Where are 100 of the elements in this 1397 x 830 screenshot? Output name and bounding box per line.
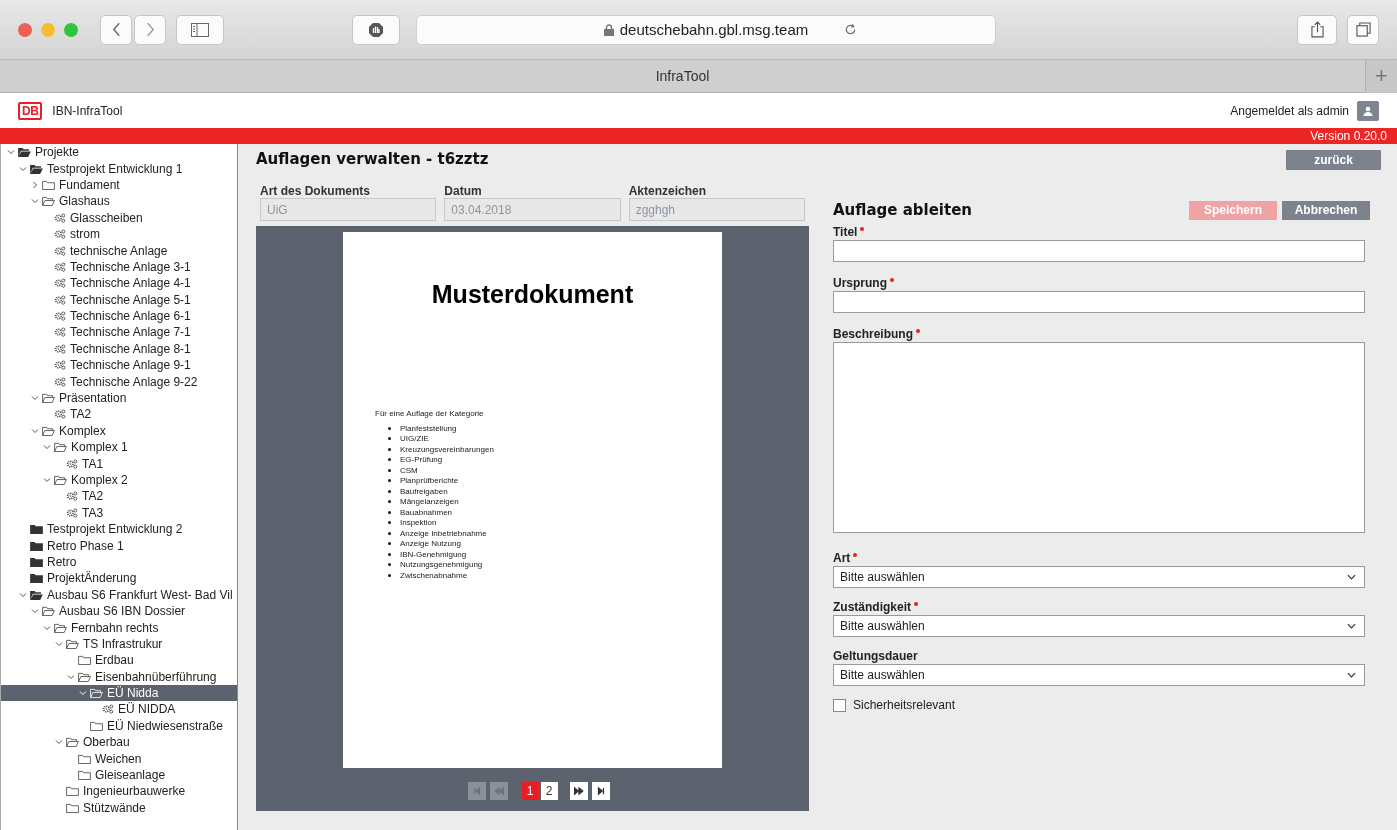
address-bar[interactable]: deutschebahn.gbl.msg.team bbox=[416, 14, 996, 45]
tree-item[interactable]: Ausbau S6 IBN Dossier bbox=[1, 602, 237, 620]
tree-item[interactable]: Oberbau bbox=[1, 734, 237, 751]
tree-item[interactable]: TA1 bbox=[1, 455, 237, 472]
select-field[interactable]: Bitte auswählen bbox=[833, 566, 1365, 588]
tree-item[interactable]: Gleiseanlage bbox=[1, 766, 237, 784]
tree-item[interactable]: Technische Anlage 7-1 bbox=[1, 324, 237, 341]
user-button[interactable] bbox=[1357, 100, 1379, 121]
tree-item[interactable]: Technische Anlage 5-1 bbox=[1, 291, 237, 308]
app-name: IBN-InfraTool bbox=[52, 103, 123, 118]
bullet-icon bbox=[388, 479, 391, 483]
tree-item[interactable]: Technische Anlage 4-1 bbox=[1, 275, 237, 292]
next-page-button[interactable] bbox=[569, 782, 588, 800]
user-status: Angemeldet als admin bbox=[1230, 103, 1349, 118]
minimize-icon[interactable] bbox=[41, 22, 55, 37]
tree-item[interactable]: Ingenieurbauwerke bbox=[1, 783, 237, 800]
tree-item[interactable]: Technische Anlage 3-1 bbox=[1, 258, 237, 276]
sidebar-button[interactable] bbox=[176, 14, 224, 45]
tree-item[interactable]: Erdbau bbox=[1, 652, 237, 669]
folder-icon bbox=[54, 475, 67, 485]
content-blocker-button[interactable] bbox=[352, 14, 400, 45]
tree-item[interactable]: strom bbox=[1, 225, 237, 243]
rewind-icon bbox=[493, 786, 504, 796]
readonly-field: 03.04.2018 bbox=[444, 198, 621, 221]
chevron-right-icon[interactable] bbox=[31, 180, 39, 189]
checkbox-label: Sicherheitsrelevant bbox=[853, 698, 956, 712]
tree-item[interactable]: Glashaus bbox=[1, 193, 237, 210]
bullet-icon bbox=[388, 573, 391, 577]
select-field[interactable]: Bitte auswählen bbox=[833, 615, 1365, 637]
chevron-down-icon bbox=[1347, 623, 1356, 629]
select-field[interactable]: Bitte auswählen bbox=[833, 664, 1365, 686]
tree-item[interactable]: Stützwände bbox=[1, 799, 237, 816]
folder-icon bbox=[90, 720, 103, 731]
folder-icon bbox=[30, 573, 43, 584]
gears-icon bbox=[54, 311, 66, 322]
tree-item[interactable]: EÜ Niedwiesenstraße bbox=[1, 717, 237, 735]
gears-icon bbox=[66, 491, 78, 502]
chevron-down-icon[interactable] bbox=[31, 197, 39, 206]
tree-item[interactable]: Komplex bbox=[1, 422, 237, 440]
tree-item[interactable]: Technische Anlage 8-1 bbox=[1, 340, 237, 358]
gears-icon bbox=[54, 327, 66, 338]
list-item: Planprüfberichte bbox=[400, 476, 459, 486]
tabs-icon bbox=[1355, 22, 1371, 37]
user-icon bbox=[1363, 105, 1373, 116]
tree-item[interactable]: Glasscheiben bbox=[1, 209, 237, 226]
chevron-down-icon[interactable] bbox=[55, 738, 63, 747]
folder-icon bbox=[78, 671, 91, 682]
hand-icon bbox=[368, 21, 384, 38]
folder-icon bbox=[18, 147, 31, 158]
text-field[interactable] bbox=[833, 240, 1365, 262]
text-field[interactable] bbox=[833, 291, 1365, 313]
url-text: deutschebahn.gbl.msg.team bbox=[619, 21, 809, 38]
tree-item[interactable]: Komplex 1 bbox=[1, 439, 237, 456]
forward-button[interactable] bbox=[134, 14, 166, 45]
chevron-down-icon[interactable] bbox=[43, 476, 51, 484]
tree-item[interactable]: Retro Phase 1 bbox=[1, 537, 237, 554]
tree-item[interactable]: TS Infrastrukur bbox=[1, 635, 237, 653]
reload-icon[interactable] bbox=[844, 23, 857, 36]
field-label: Ursprung bbox=[833, 276, 887, 290]
tabs-button[interactable] bbox=[1347, 14, 1379, 45]
tree-item[interactable]: Technische Anlage 6-1 bbox=[1, 307, 237, 325]
tree-item[interactable]: Retro bbox=[1, 553, 237, 571]
tree-item[interactable]: Fernbahn rechts bbox=[1, 619, 237, 636]
tree-item[interactable]: TA2 bbox=[1, 488, 237, 505]
tree-item[interactable]: Eisenbahnüberführung bbox=[1, 668, 237, 685]
page-number-button[interactable]: 1 bbox=[521, 782, 539, 800]
tree-item[interactable]: Projekte bbox=[1, 144, 237, 161]
browser-tab[interactable]: InfraTool bbox=[0, 68, 1365, 84]
tree-item[interactable]: EÜ NIDDA bbox=[1, 701, 237, 718]
page-number-button[interactable]: 2 bbox=[540, 782, 558, 800]
back-button[interactable]: zurück bbox=[1286, 150, 1381, 170]
tree-item[interactable]: TA2 bbox=[1, 406, 237, 423]
tree-item[interactable]: Komplex 2 bbox=[1, 471, 237, 489]
list-item: Baufreigaben bbox=[400, 486, 448, 496]
tree-item[interactable]: Technische Anlage 9-1 bbox=[1, 357, 237, 374]
back-button[interactable] bbox=[100, 14, 132, 45]
maximize-icon[interactable] bbox=[64, 22, 78, 37]
list-item: CSM bbox=[400, 465, 418, 475]
tree-item[interactable]: Testprojekt Entwicklung 2 bbox=[1, 521, 237, 538]
cancel-button[interactable]: Abbrechen bbox=[1282, 200, 1370, 220]
last-page-button[interactable] bbox=[591, 782, 610, 800]
tree-item[interactable]: technische Anlage bbox=[1, 242, 237, 259]
list-item: Inspektion bbox=[400, 518, 437, 528]
tree-item[interactable]: Testprojekt Entwicklung 1 bbox=[1, 160, 237, 177]
tree-item[interactable]: EÜ Nidda bbox=[1, 684, 237, 702]
close-icon[interactable] bbox=[18, 22, 32, 37]
gears-icon bbox=[54, 261, 66, 272]
gears-icon bbox=[102, 704, 114, 715]
field-label: Beschreibung bbox=[833, 327, 913, 341]
tree-item[interactable]: TA3 bbox=[1, 504, 237, 521]
tree-item[interactable]: Weichen bbox=[1, 750, 237, 767]
chevron-down-icon[interactable] bbox=[31, 394, 39, 403]
checkbox[interactable] bbox=[833, 698, 846, 712]
share-button[interactable] bbox=[1297, 14, 1337, 45]
tree-item[interactable]: Ausbau S6 Frankfurt West- Bad Vil bbox=[1, 586, 237, 603]
tree-item[interactable]: Präsentation bbox=[1, 389, 237, 407]
tree-item[interactable]: Technische Anlage 9-22 bbox=[1, 373, 237, 390]
tree-item[interactable]: ProjektÄnderung bbox=[1, 570, 237, 587]
folder-icon bbox=[66, 802, 79, 813]
tree-item[interactable]: Fundament bbox=[1, 176, 237, 194]
